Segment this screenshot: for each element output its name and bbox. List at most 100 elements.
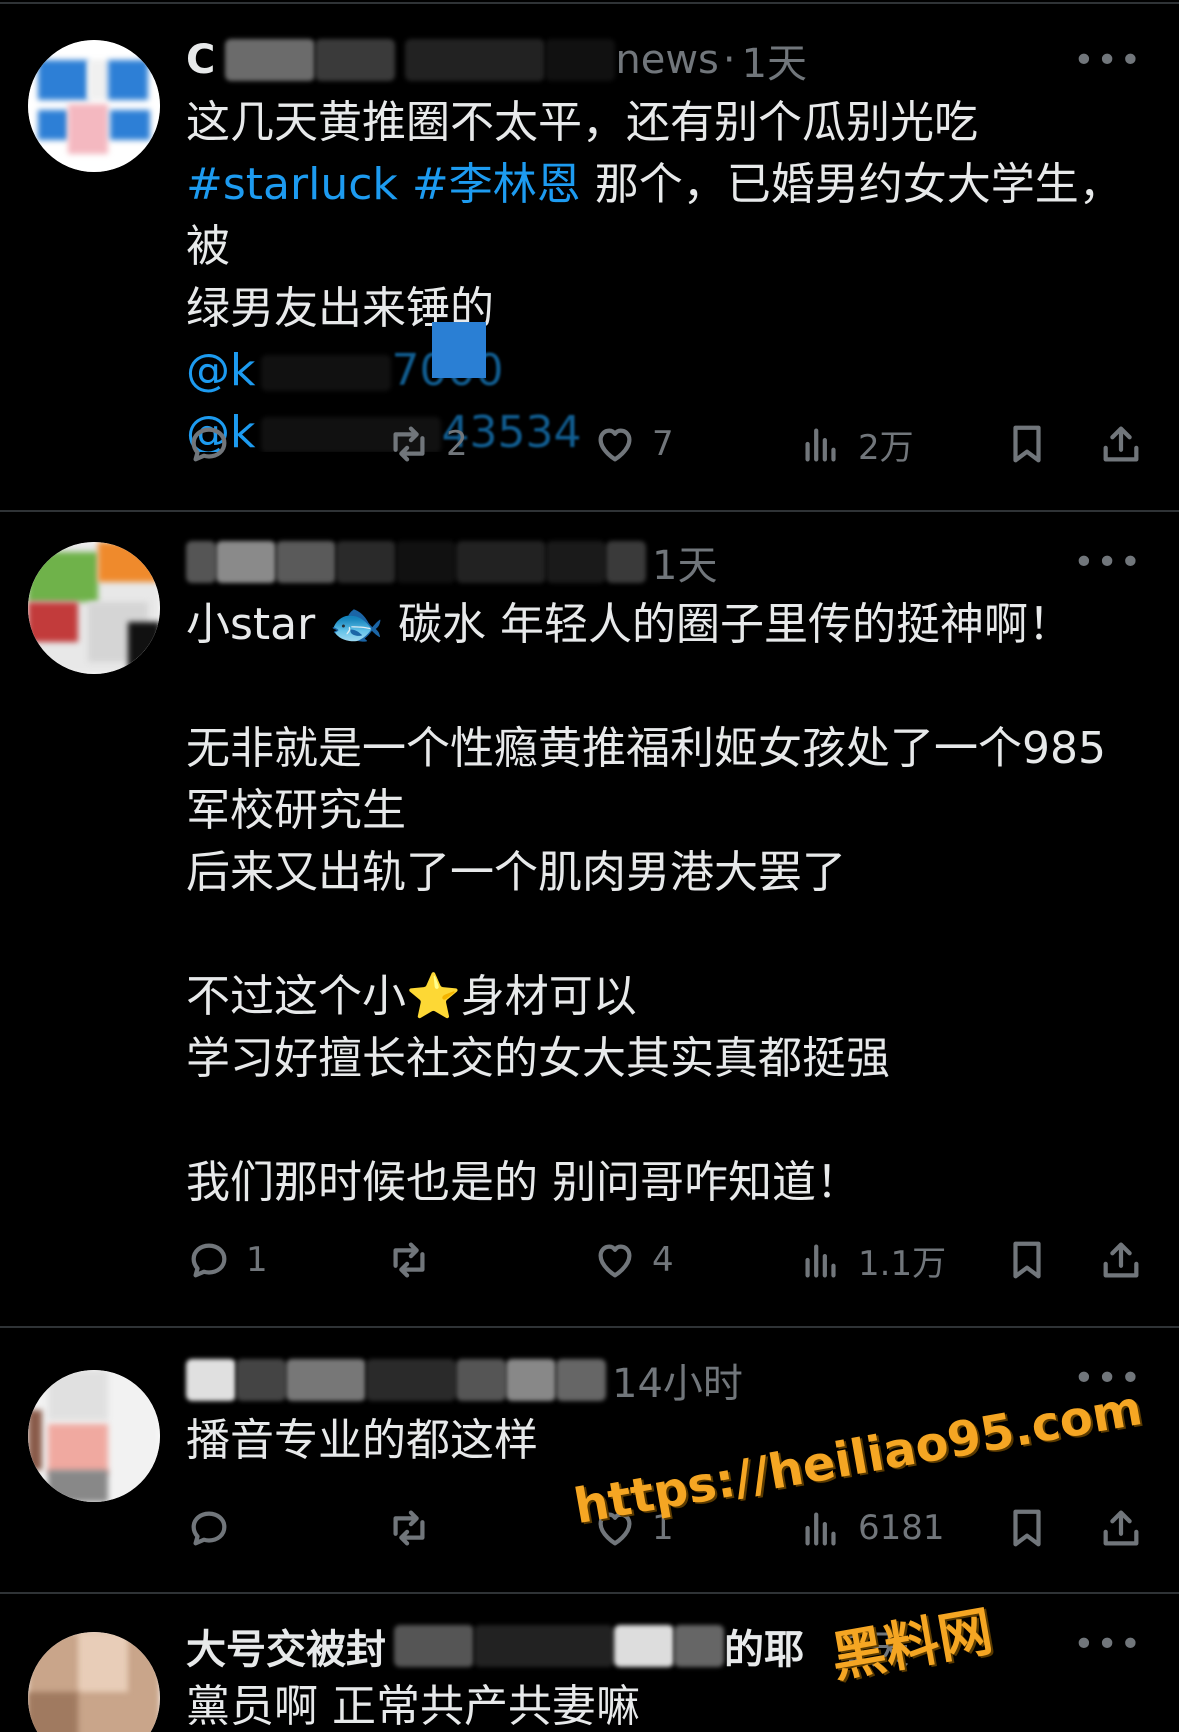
text-line: 后来又出轨了一个肌肉男港大罢了 xyxy=(186,847,846,898)
views-icon xyxy=(805,1244,836,1278)
star-emoji: ⭐ xyxy=(406,971,461,1022)
redacted-name xyxy=(236,1359,286,1401)
retweet-icon xyxy=(393,1242,425,1278)
avatar[interactable] xyxy=(28,1370,160,1502)
redacted-handle xyxy=(456,541,546,583)
tweet-header[interactable]: 14小时 xyxy=(186,1356,743,1407)
reply-icon xyxy=(191,1243,227,1278)
redacted-name xyxy=(286,1359,366,1401)
bookmark-icon xyxy=(1013,1509,1041,1547)
share-button[interactable] xyxy=(1098,1230,1144,1290)
more-icon[interactable]: ••• xyxy=(1073,1624,1143,1665)
fish-emoji: 🐟 xyxy=(329,599,385,650)
like-count: 7 xyxy=(652,424,674,464)
like-icon xyxy=(598,428,632,462)
avatar[interactable] xyxy=(28,542,160,674)
redacted-handle xyxy=(336,541,396,583)
text-span: 不过这个小 xyxy=(186,971,406,1022)
like-icon xyxy=(598,1244,632,1278)
reply-button[interactable] xyxy=(186,414,246,474)
views-button[interactable]: 6181 xyxy=(798,1498,945,1558)
views-button[interactable]: 1.1万 xyxy=(798,1230,946,1290)
redacted-name xyxy=(186,541,216,583)
timeline-feed: C news · 1天 ••• 这几天黄推圈不太平，还有别个瓜别光吃 #star… xyxy=(0,0,1179,1732)
text-line: 我们那时候也是的 别问哥咋知道！ xyxy=(186,1157,860,1208)
author-name[interactable]: 大号交被封 xyxy=(186,1617,386,1675)
tweet-header[interactable]: 大号交被封 的耶 1天 xyxy=(186,1622,909,1673)
views-icon xyxy=(805,428,836,462)
retweet-button[interactable]: 2 xyxy=(386,414,468,474)
text-line: 绿男友出来锤的 xyxy=(186,283,494,334)
text-line: 无非就是一个性瘾黄推福利姬女孩处了一个985 xyxy=(186,723,1106,774)
redacted-handle xyxy=(546,541,606,583)
tweet-time[interactable]: 14小时 xyxy=(612,1351,743,1409)
redacted-handle xyxy=(474,1625,614,1667)
view-count: 6181 xyxy=(858,1508,945,1548)
text-line[interactable]: @k7000 xyxy=(186,340,1146,402)
text-line: 黨员啊 正常共产共妻嘛 xyxy=(186,1681,640,1732)
retweet-count: 2 xyxy=(446,424,468,464)
bookmark-icon xyxy=(1013,1241,1041,1279)
redacted-name xyxy=(225,39,316,81)
redacted-handle xyxy=(405,39,546,81)
like-button[interactable]: 4 xyxy=(592,1230,674,1290)
hashtag-link[interactable]: #李林恩 xyxy=(412,159,581,210)
reply-button[interactable] xyxy=(186,1498,246,1558)
tweet-time[interactable]: 1天 xyxy=(652,533,717,591)
text-span: 小star xyxy=(186,599,330,650)
reply-icon xyxy=(191,1511,227,1546)
hashtag-link[interactable]: #starluck xyxy=(186,159,398,210)
like-button[interactable]: 7 xyxy=(592,414,674,474)
view-count: 2万 xyxy=(858,427,914,468)
reply-button[interactable]: 1 xyxy=(186,1230,268,1290)
redacted-name xyxy=(216,541,276,583)
more-icon[interactable]: ••• xyxy=(1073,542,1143,583)
bookmark-button[interactable] xyxy=(1004,1498,1050,1558)
like-count: 4 xyxy=(652,1240,674,1280)
reply-icon xyxy=(191,427,227,462)
bookmark-button[interactable] xyxy=(1004,414,1050,474)
share-icon xyxy=(1103,426,1139,462)
redacted-handle xyxy=(614,1625,674,1667)
redacted-name xyxy=(276,541,336,583)
text-line: #starluck #李林恩 那个，已婚男约女大学生，被 xyxy=(186,154,1146,278)
tweet[interactable]: 1天 ••• 小star 🐟 碳水 年轻人的圈子里传的挺神啊！ 无非就是一个性瘾… xyxy=(0,512,1179,1326)
tweet-time[interactable]: 1天 xyxy=(742,31,807,89)
views-button[interactable]: 2万 xyxy=(798,414,914,474)
retweet-button[interactable] xyxy=(386,1498,446,1558)
tweet-text: 这几天黄推圈不太平，还有别个瓜别光吃 #starluck #李林恩 那个，已婚男… xyxy=(186,92,1146,452)
separator: · xyxy=(722,37,736,83)
text-line: 军校研究生 xyxy=(186,785,406,836)
tweet[interactable]: C news · 1天 ••• 这几天黄推圈不太平，还有别个瓜别光吃 #star… xyxy=(0,0,1179,510)
tweet-text: 小star 🐟 碳水 年轻人的圈子里传的挺神啊！ 无非就是一个性瘾黄推福利姬女孩… xyxy=(186,594,1146,1214)
redacted-handle xyxy=(556,1359,606,1401)
tweet[interactable]: 大号交被封 的耶 1天 ••• 黨员啊 正常共产共妻嘛 xyxy=(0,1594,1179,1732)
tweet-actions: 2 7 2万 xyxy=(186,414,1146,474)
view-count: 1.1万 xyxy=(858,1243,947,1284)
avatar[interactable] xyxy=(28,40,160,172)
text-line: 学习好擅长社交的女大其实真都挺强 xyxy=(186,1033,890,1084)
mention-link[interactable]: @k xyxy=(186,345,255,396)
tweet-header[interactable]: 1天 xyxy=(186,538,717,589)
redacted-handle xyxy=(506,1359,556,1401)
text-line: 不过这个小⭐身材可以 xyxy=(186,966,1146,1028)
text-span: 身材可以 xyxy=(460,971,637,1022)
text-span: 碳水 年轻人的圈子里传的挺神啊！ xyxy=(384,599,1072,650)
share-icon xyxy=(1103,1242,1139,1278)
share-button[interactable] xyxy=(1098,1498,1144,1558)
redacted-name xyxy=(186,1359,236,1401)
author-name[interactable]: C xyxy=(186,37,215,83)
bookmark-button[interactable] xyxy=(1004,1230,1050,1290)
author-handle-suffix[interactable]: news xyxy=(615,37,719,83)
more-icon[interactable]: ••• xyxy=(1073,40,1143,81)
share-button[interactable] xyxy=(1098,414,1144,474)
tweet-header[interactable]: C news · 1天 xyxy=(186,36,807,87)
avatar[interactable] xyxy=(28,1632,160,1732)
text-line: 这几天黄推圈不太平，还有别个瓜别光吃 xyxy=(186,97,978,148)
redacted-mention xyxy=(261,355,392,391)
retweet-button[interactable] xyxy=(386,1230,446,1290)
retweet-icon xyxy=(393,426,425,462)
share-icon xyxy=(1103,1510,1139,1546)
author-name-tail[interactable]: 的耶 xyxy=(724,1617,804,1675)
